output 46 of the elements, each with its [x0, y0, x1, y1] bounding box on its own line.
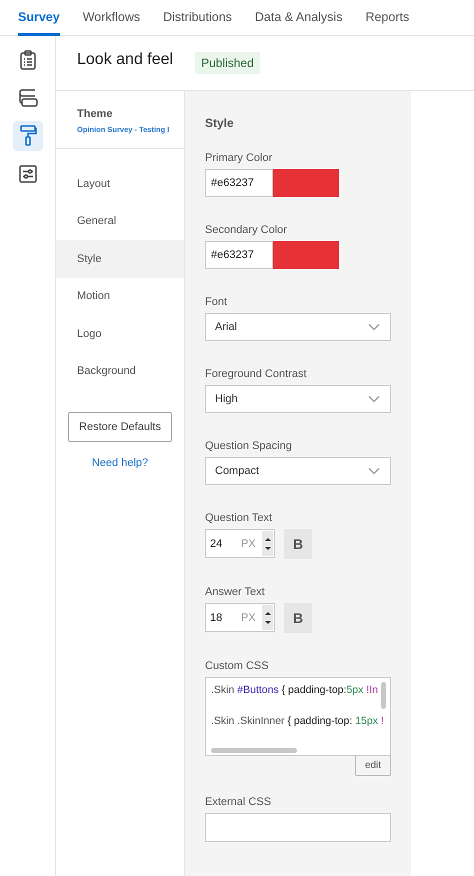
dropdown[interactable]: Compact — [205, 457, 391, 485]
color-swatch[interactable] — [273, 241, 339, 269]
field-label: External CSS — [205, 796, 272, 808]
paint-roller-icon[interactable] — [12, 121, 42, 151]
spinner-icon[interactable] — [262, 531, 273, 556]
bold-button[interactable]: B — [284, 603, 312, 633]
bold-button[interactable]: B — [284, 529, 312, 559]
chevron-down-icon — [368, 395, 380, 403]
field-label: Answer Text — [205, 586, 266, 598]
panel-title: Style — [205, 116, 235, 130]
dropdown[interactable]: High — [205, 385, 391, 413]
chevron-down-icon — [368, 467, 380, 475]
nav-tab[interactable]: Data & Analysis — [254, 0, 342, 36]
nav-item[interactable]: Motion — [56, 278, 184, 315]
nav-item[interactable]: Style — [56, 240, 184, 278]
number-field[interactable]: 24 PX — [205, 529, 275, 558]
nav-tab[interactable]: Workflows — [82, 0, 140, 36]
dropdown[interactable]: Arial — [205, 313, 391, 341]
nav-item[interactable]: General — [56, 202, 184, 240]
nav-tab[interactable]: Distributions — [163, 0, 232, 36]
nav-item[interactable]: Logo — [56, 315, 184, 352]
theme-label: Theme — [77, 108, 114, 120]
color-swatch[interactable] — [273, 169, 339, 197]
chevron-down-icon — [368, 323, 380, 331]
field-label: Secondary Color — [205, 224, 288, 236]
code-editor[interactable]: .Skin #Buttons { padding-top:5px !In .Skin .SkinInner { padding-top: 15px ! — [205, 677, 391, 756]
nav-tab[interactable]: Survey — [18, 0, 60, 36]
field-label: Custom CSS — [205, 660, 270, 672]
nav-item[interactable]: Background — [56, 352, 184, 390]
field-label: Foreground Contrast — [205, 368, 308, 380]
nav-item[interactable]: Layout — [56, 165, 184, 202]
nav-tab[interactable]: Reports — [365, 0, 410, 36]
edit-button[interactable]: edit — [355, 755, 391, 776]
field-label: Font — [205, 296, 228, 308]
number-field[interactable]: 18 PX — [205, 603, 275, 632]
restore-defaults-button[interactable]: Restore Defaults — [68, 412, 172, 442]
color-field[interactable]: #e63237 — [205, 241, 273, 269]
field-label: Question Spacing — [205, 440, 293, 452]
help-link[interactable]: Need help? — [92, 457, 148, 469]
color-field[interactable]: #e63237 — [205, 169, 273, 197]
spinner-icon[interactable] — [262, 605, 273, 630]
input-field[interactable] — [205, 813, 391, 842]
status-badge: Published — [195, 52, 260, 74]
field-label: Primary Color — [205, 152, 274, 164]
field-label: Question Text — [205, 512, 274, 524]
page-title: Look and feel — [77, 51, 174, 69]
